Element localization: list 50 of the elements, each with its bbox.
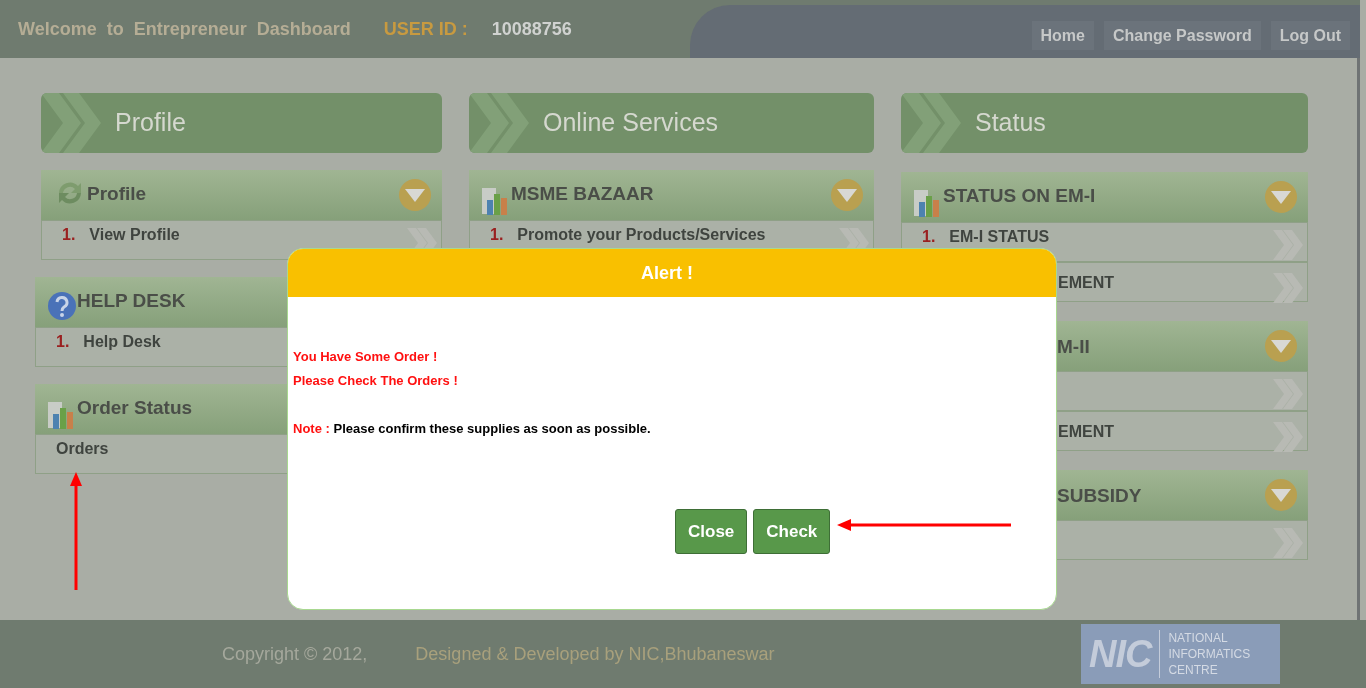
- dropdown-icon: [1264, 329, 1298, 363]
- item-number: 1.: [922, 228, 936, 246]
- logo-text: CENTRE: [1168, 662, 1219, 678]
- item-number: 1.: [490, 226, 504, 244]
- dialog-button[interactable]: Close: [675, 509, 748, 554]
- dropdown-icon: [1264, 478, 1298, 512]
- item-number: 1.: [56, 333, 70, 351]
- alert-message: You Have Some Order !: [293, 348, 439, 366]
- nav-link[interactable]: Home: [1031, 21, 1094, 50]
- panel-title: Order Status: [77, 396, 193, 420]
- nav-link[interactable]: Log Out: [1270, 21, 1350, 50]
- logo-mark: NIC: [1089, 630, 1161, 678]
- dropdown-icon: [830, 178, 864, 212]
- welcome-title: Welcome to Entrepreneur Dashboard: [18, 17, 351, 41]
- item-label: Help Desk: [83, 333, 161, 351]
- panel-header[interactable]: STATUS ON EM-I: [901, 172, 1308, 222]
- dropdown-icon: [398, 178, 432, 212]
- double-chevron-icon: [1273, 527, 1303, 558]
- item-label: EM-I STATUS: [949, 228, 1050, 246]
- item-label: EMENT: [1058, 423, 1114, 441]
- item-label: EMENT: [1058, 274, 1114, 292]
- credit-text: Designed & Developed by NIC,Bhubaneswar: [415, 642, 775, 666]
- dialog-title: Alert !: [641, 261, 693, 285]
- panel-title: Profile: [87, 182, 147, 206]
- user-id-label: USER ID :: [383, 17, 468, 41]
- logo-text: INFORMATICS: [1168, 646, 1251, 662]
- dialog-button[interactable]: Check: [753, 509, 831, 554]
- section-title: Online Services: [543, 107, 719, 139]
- help-icon: [47, 291, 77, 321]
- logo-text: NATIONAL: [1168, 630, 1229, 646]
- item-label: Promote your Products/Services: [517, 226, 766, 244]
- item-number: 1.: [62, 226, 76, 244]
- nav-link[interactable]: Change Password: [1104, 21, 1261, 50]
- double-chevron-icon: [1273, 421, 1303, 452]
- panel-title: HELP DESK: [77, 289, 186, 313]
- panel-title: MSME BAZAAR: [511, 182, 654, 206]
- section-title: Status: [975, 107, 1046, 139]
- panel-header[interactable]: Profile: [41, 170, 442, 220]
- dropdown-icon: [1264, 180, 1298, 214]
- panel-title: SUBSIDY: [1057, 484, 1142, 508]
- double-chevron-icon: [1273, 378, 1303, 409]
- item-label: Orders: [56, 440, 109, 458]
- double-chevron-icon: [1273, 272, 1303, 303]
- section-title: Profile: [115, 107, 186, 139]
- panel-title: M-II: [1057, 335, 1090, 359]
- user-id-value: 10088756: [491, 17, 572, 41]
- panel-title: STATUS ON EM-I: [943, 184, 1096, 208]
- item-label: View Profile: [89, 226, 180, 244]
- panel-header[interactable]: MSME BAZAAR: [469, 170, 874, 220]
- double-chevron-icon: [1273, 229, 1303, 260]
